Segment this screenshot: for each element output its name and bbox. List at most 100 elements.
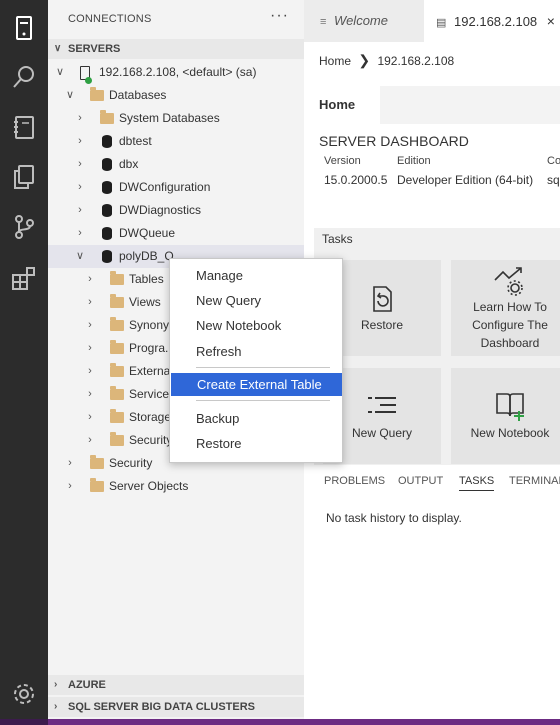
chevron-right-icon: › [88, 411, 92, 423]
chevron-right-icon: › [88, 273, 92, 285]
chevron-right-icon: › [68, 480, 72, 492]
tab-problems[interactable]: PROBLEMS [324, 475, 385, 487]
version-value: 15.0.2000.5 [324, 173, 388, 187]
big-data-clusters-section-header[interactable]: › SQL SERVER BIG DATA CLUSTERS [48, 697, 304, 717]
tree-item-server[interactable]: ∨ 192.168.2.108, <default> (sa) [48, 61, 304, 84]
menu-item-refresh[interactable]: Refresh [170, 340, 342, 363]
tree-item-dbx[interactable]: › dbx [48, 153, 304, 176]
chevron-right-icon: › [88, 365, 92, 377]
new-notebook-icon [496, 393, 524, 421]
folder-icon [90, 455, 104, 470]
more-actions-icon[interactable]: ··· [270, 7, 289, 25]
tree-item-server-objects[interactable]: › Server Objects [48, 475, 304, 498]
tab-terminal[interactable]: TERMINAL [509, 475, 560, 487]
tree-item-dbtest[interactable]: › dbtest [48, 130, 304, 153]
extensions-icon[interactable] [10, 264, 38, 292]
context-menu: Manage New Query New Notebook Refresh Cr… [169, 258, 343, 463]
tab-output[interactable]: OUTPUT [398, 475, 443, 487]
tree-item-dwqueue[interactable]: › DWQueue [48, 222, 304, 245]
chevron-right-icon: › [78, 227, 82, 239]
database-icon [100, 204, 114, 217]
connections-icon[interactable] [10, 14, 38, 42]
sidebar-title: CONNECTIONS [68, 13, 152, 25]
close-icon[interactable]: × [547, 13, 555, 29]
chevron-right-icon: › [78, 158, 82, 170]
tree-item-databases[interactable]: ∨ Databases [48, 84, 304, 107]
dashboard-tab-bar: Home [304, 86, 560, 124]
notebook-icon[interactable] [10, 113, 38, 141]
chevron-down-icon: ∨ [65, 89, 75, 101]
activity-bar [0, 0, 48, 719]
menu-separator [196, 400, 330, 401]
tree-item-dwdiagnostics[interactable]: › DWDiagnostics [48, 199, 304, 222]
tasks-header: Tasks [322, 232, 353, 246]
settings-gear-icon[interactable] [10, 680, 38, 708]
menu-separator [196, 367, 330, 368]
breadcrumb: Home ❯ 192.168.2.108 [319, 52, 454, 69]
version-label: Version [324, 155, 361, 167]
trend-gear-icon [494, 267, 523, 296]
computer-value: sq [547, 173, 560, 187]
folder-icon [90, 87, 104, 102]
tasks-widget: Tasks Restore Learn How To Configure The… [314, 228, 560, 465]
menu-item-manage[interactable]: Manage [170, 264, 342, 287]
status-bar-left [0, 719, 48, 725]
menu-item-backup[interactable]: Backup [170, 407, 342, 430]
explorer-icon[interactable] [10, 163, 38, 191]
database-icon [100, 227, 114, 240]
azure-section-header[interactable]: › AZURE [48, 675, 304, 695]
folder-icon [110, 363, 124, 378]
menu-item-restore[interactable]: Restore [170, 432, 342, 455]
task-history-empty-message: No task history to display. [326, 511, 462, 525]
folder-icon [110, 432, 124, 447]
chevron-right-icon: › [54, 701, 58, 712]
chevron-down-icon: ∨ [55, 66, 65, 78]
folder-icon [110, 409, 124, 424]
chevron-down-icon: ∨ [75, 250, 85, 262]
source-control-icon[interactable] [10, 213, 38, 241]
tree-item-system-databases[interactable]: › System Databases [48, 107, 304, 130]
welcome-icon: ≡ [320, 16, 327, 28]
breadcrumb-separator-icon: ❯ [358, 52, 371, 68]
learn-configure-dashboard-task[interactable]: Learn How To Configure The Dashboard [451, 260, 560, 356]
edition-label: Edition [397, 155, 431, 167]
search-icon[interactable] [10, 63, 38, 91]
new-query-icon [368, 397, 396, 413]
tab-tasks[interactable]: TASKS [459, 475, 495, 491]
tab-home[interactable]: Home [304, 86, 380, 124]
chevron-right-icon: › [88, 434, 92, 446]
menu-item-new-notebook[interactable]: New Notebook [170, 314, 342, 337]
panel-tab-bar: PROBLEMS OUTPUT TASKS TERMINAL [304, 465, 560, 497]
folder-icon [90, 478, 104, 493]
status-bar [0, 719, 560, 725]
chevron-down-icon: ∨ [54, 43, 62, 54]
new-notebook-task[interactable]: New Notebook [451, 368, 560, 464]
database-icon [100, 250, 114, 263]
tree-item-dwconfiguration[interactable]: › DWConfiguration [48, 176, 304, 199]
dashboard-icon: ▤ [436, 17, 447, 29]
chevron-right-icon: › [68, 457, 72, 469]
editor-tab-bar: ≡ Welcome ▤ 192.168.2.108 × [304, 0, 560, 42]
folder-icon [110, 271, 124, 286]
tab-welcome[interactable]: ≡ Welcome [304, 0, 423, 42]
menu-item-new-query[interactable]: New Query [170, 289, 342, 312]
folder-icon [110, 317, 124, 332]
servers-section-header[interactable]: ∨ SERVERS [48, 39, 304, 59]
folder-icon [110, 294, 124, 309]
computer-label: Co [547, 155, 560, 167]
menu-item-create-external-table[interactable]: Create External Table [171, 373, 342, 396]
chevron-right-icon: › [88, 296, 92, 308]
restore-icon [373, 286, 392, 312]
chevron-right-icon: › [88, 319, 92, 331]
folder-icon [100, 110, 114, 125]
chevron-right-icon: › [88, 342, 92, 354]
tab-server-dashboard[interactable]: ▤ 192.168.2.108 × [424, 0, 560, 42]
chevron-right-icon: › [88, 388, 92, 400]
database-icon [100, 181, 114, 194]
breadcrumb-server[interactable]: 192.168.2.108 [377, 54, 454, 68]
chevron-right-icon: › [78, 181, 82, 193]
breadcrumb-home[interactable]: Home [319, 54, 351, 68]
database-icon [100, 135, 114, 148]
database-icon [100, 158, 114, 171]
chevron-right-icon: › [54, 679, 58, 690]
